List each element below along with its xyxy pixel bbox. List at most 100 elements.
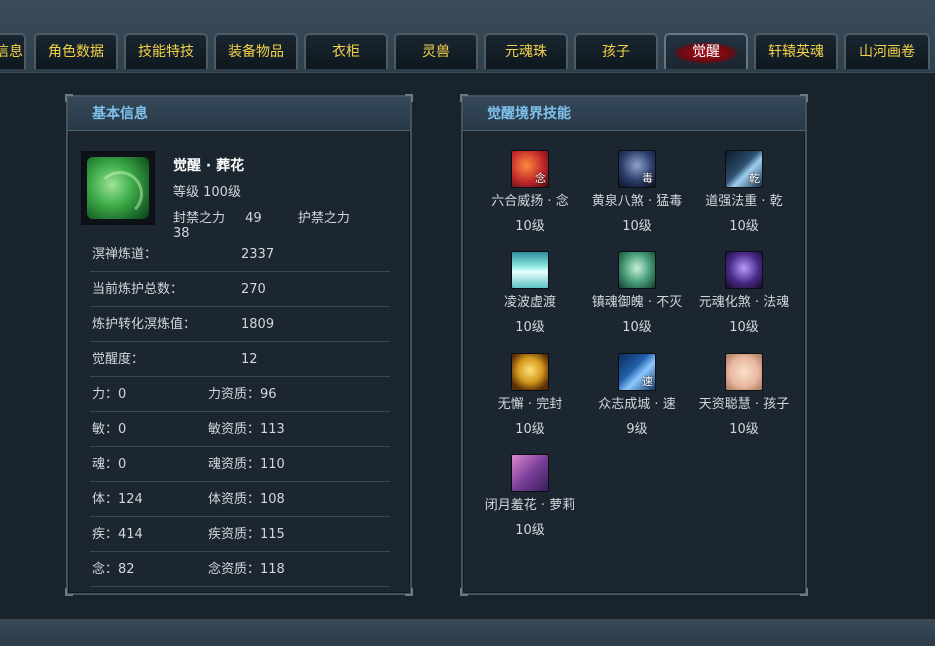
stat-value: 1809	[241, 317, 275, 332]
golden-shield-icon	[511, 353, 549, 391]
tab-bar: 信息 角色数据 技能特技 装备物品 衣柜 灵兽 元魂珠 孩子 觉醒 轩辕英魂 山…	[0, 33, 935, 71]
basic-info-title: 基本信息	[68, 97, 410, 131]
skill-slot[interactable]: 元魂化煞 · 法魂 10级	[689, 251, 799, 337]
skill-name: 凌波虚渡	[503, 295, 556, 310]
skill-level: 10级	[515, 320, 545, 335]
fire-nian-icon: 念	[511, 150, 549, 188]
attr-label: 魂：0	[92, 457, 127, 472]
tab-label: 技能特技	[138, 44, 194, 60]
skill-slot[interactable]: 凌波虚渡 10级	[475, 251, 585, 337]
tab-label: 轩辕英魂	[768, 44, 824, 60]
tab-spirit-beast[interactable]: 灵兽	[394, 33, 478, 69]
skill-name: 众志成城 · 速	[598, 397, 676, 412]
attr-row: 体：124 体资质：108	[90, 483, 390, 517]
awakening-skills-panel: 觉醒境界技能 念 六合威扬 · 念 10级 毒 黄泉八煞 · 猛毒 10级 乾 …	[460, 94, 808, 596]
stat-value: 12	[241, 352, 258, 367]
attr-qualification: 疾资质：115	[208, 527, 285, 542]
tab-label: 灵兽	[422, 44, 450, 60]
tab-label: 角色数据	[48, 44, 104, 60]
attr-label: 敏：0	[92, 422, 127, 437]
attr-label: 体：124	[92, 492, 143, 507]
bottom-bar	[0, 619, 935, 646]
skills-panel-title: 觉醒境界技能	[463, 97, 805, 131]
skill-name: 黄泉八煞 · 猛毒	[591, 194, 683, 209]
tab-label: 元魂珠	[505, 44, 547, 60]
skill-level: 10级	[622, 320, 652, 335]
stat-label: 觉醒度：	[92, 352, 145, 367]
attr-label: 念：82	[92, 562, 135, 577]
tab-soul-orb[interactable]: 元魂珠	[484, 33, 568, 69]
tab-label: 觉醒	[692, 44, 720, 60]
tab-label: 装备物品	[228, 44, 284, 60]
attr-label: 疾：414	[92, 527, 143, 542]
seal-value: 49	[245, 211, 262, 226]
tab-landscape-scroll[interactable]: 山河画卷	[844, 33, 930, 69]
stat-label: 炼护转化溟炼值：	[92, 317, 197, 332]
stat-row: 炼护转化溟炼值： 1809	[90, 308, 390, 342]
attr-qualification: 体资质：108	[208, 492, 285, 507]
blade-qian-icon: 乾	[725, 150, 763, 188]
stat-row: 觉醒度： 12	[90, 343, 390, 377]
attr-qualification: 魂资质：110	[208, 457, 285, 472]
stat-row: 当前炼护总数： 270	[90, 273, 390, 307]
tab-label: 衣柜	[332, 44, 360, 60]
top-bar: 信息 角色数据 技能特技 装备物品 衣柜 灵兽 元魂珠 孩子 觉醒 轩辕英魂 山…	[0, 0, 935, 72]
stat-value: 270	[241, 282, 266, 297]
water-wave-icon	[511, 251, 549, 289]
basic-info-panel: 基本信息 觉醒 · 葬花 等级 100级 封禁之力 49 护禁之力 38 溟禅炼…	[65, 94, 413, 596]
skill-slot[interactable]: 速 众志成城 · 速 9级	[582, 353, 692, 439]
skill-level: 10级	[729, 422, 759, 437]
skill-slot[interactable]: 乾 道强法重 · 乾 10级	[689, 150, 799, 236]
stat-label: 溟禅炼道：	[92, 247, 158, 262]
skull-poison-icon: 毒	[618, 150, 656, 188]
attr-row: 疾：414 疾资质：115	[90, 518, 390, 552]
attr-qualification: 念资质：118	[208, 562, 285, 577]
character-name: 觉醒 · 葬花	[173, 158, 245, 174]
tab-awakening[interactable]: 觉醒	[664, 33, 748, 69]
skill-slot[interactable]: 闭月羞花 · 萝莉 10级	[475, 454, 585, 540]
skill-name: 闭月羞花 · 萝莉	[484, 498, 576, 513]
swift-warrior-icon: 速	[618, 353, 656, 391]
skill-slot[interactable]: 念 六合威扬 · 念 10级	[475, 150, 585, 236]
skill-level: 10级	[729, 320, 759, 335]
skill-level: 10级	[515, 219, 545, 234]
skill-level: 9级	[626, 422, 648, 437]
character-portrait[interactable]	[81, 151, 155, 225]
ghost-face-icon	[618, 251, 656, 289]
tab-wardrobe[interactable]: 衣柜	[304, 33, 388, 69]
stat-label: 当前炼护总数：	[92, 282, 184, 297]
skill-slot[interactable]: 天资聪慧 · 孩子 10级	[689, 353, 799, 439]
skill-slot[interactable]: 毒 黄泉八煞 · 猛毒 10级	[582, 150, 692, 236]
attr-label: 力：0	[92, 387, 127, 402]
skill-level: 10级	[515, 523, 545, 538]
seal-guard-stats: 封禁之力 49 护禁之力 38	[173, 207, 410, 241]
skill-level: 10级	[622, 219, 652, 234]
skill-level: 10级	[515, 422, 545, 437]
stat-value: 2337	[241, 247, 275, 262]
skill-name: 天资聪慧 · 孩子	[698, 397, 790, 412]
attr-row: 力：0 力资质：96	[90, 378, 390, 412]
skill-name: 镇魂御魄 · 不灭	[591, 295, 683, 310]
skill-slot[interactable]: 镇魂御魄 · 不灭 10级	[582, 251, 692, 337]
tab-skills[interactable]: 技能特技	[124, 33, 208, 69]
skill-name: 无懈 · 完封	[497, 397, 563, 412]
guard-label: 护禁之力	[297, 211, 350, 226]
skill-name: 元魂化煞 · 法魂	[698, 295, 790, 310]
tab-character-data[interactable]: 角色数据	[34, 33, 118, 69]
attr-row: 念：82 念资质：118	[90, 553, 390, 587]
girl-portrait-icon	[511, 454, 549, 492]
skill-name: 六合威扬 · 念	[491, 194, 569, 209]
attr-row: 魂：0 魂资质：110	[90, 448, 390, 482]
skill-slot[interactable]: 无懈 · 完封 10级	[475, 353, 585, 439]
stat-row: 溟禅炼道： 2337	[90, 238, 390, 272]
tab-info[interactable]: 信息	[0, 33, 26, 69]
tab-label: 孩子	[602, 44, 630, 60]
demon-mask-icon	[725, 251, 763, 289]
tab-child[interactable]: 孩子	[574, 33, 658, 69]
baby-face-icon	[725, 353, 763, 391]
attr-qualification: 敏资质：113	[208, 422, 285, 437]
attr-row: 敏：0 敏资质：113	[90, 413, 390, 447]
tab-xuanyuan-hero[interactable]: 轩辕英魂	[754, 33, 838, 69]
attr-qualification: 力资质：96	[208, 387, 277, 402]
tab-equipment[interactable]: 装备物品	[214, 33, 298, 69]
